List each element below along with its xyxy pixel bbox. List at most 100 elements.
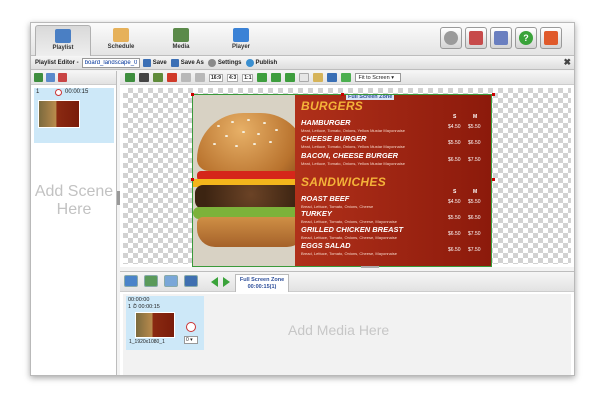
save-button[interactable]: Save [142,58,167,67]
text-icon[interactable] [139,73,149,82]
zone-tab[interactable]: Full Screen Zone 00:00:15(1) [235,274,289,292]
col-s-header: S [453,114,457,120]
add-text-icon[interactable] [164,275,178,287]
expand-icon[interactable] [285,73,296,82]
bun-top [197,113,295,171]
stack-icon[interactable] [341,73,352,82]
clock-icon [55,89,62,96]
delete-icon[interactable] [167,73,177,82]
logout-button[interactable] [540,27,562,49]
playlist-icon [55,29,71,43]
resize-handle[interactable] [191,93,194,96]
scenes-toolbar [31,71,116,85]
media-item[interactable]: 00:00:00 1 ⏱ 00:00:15 1_1920x1080_1 0 ▾ [126,296,204,350]
arrow-right-icon[interactable] [223,277,230,287]
save-icon [142,58,151,67]
scene-item[interactable]: 1 00:00:15 [34,88,114,143]
screens-button[interactable] [490,27,512,49]
tab-player[interactable]: Player [213,25,269,56]
resize-handle[interactable] [341,93,344,96]
fit-height-icon[interactable] [271,73,282,82]
copy-scene-icon[interactable] [46,73,55,82]
media-timeline-area: Full Screen Zone 00:00:15(1) 00:00:00 1 … [120,271,574,375]
add-web-icon[interactable] [144,275,158,287]
media-duration: 00:00:15 [138,304,160,310]
full-screen-zone[interactable]: BURGERS S M HAMBURGER Meat, Lettuce, Tom… [192,94,492,267]
help-button[interactable]: ? [515,27,537,49]
menu-item-desc: Bread, Lettuce, Tomato, Onions, Cheese, … [301,235,397,240]
monitor-icon [233,28,249,42]
scene-duration: 00:00:15 [65,89,89,95]
add-scene-placeholder: Add Scene Here [34,183,114,218]
price-m: $5.50 [468,199,481,205]
price-s: $5.50 [448,140,461,146]
price-m: $6.50 [468,215,481,221]
publish-button[interactable]: Publish [245,58,277,67]
save-as-button[interactable]: Save As [170,58,204,67]
price-m: $6.50 [468,140,481,146]
resize-handle[interactable] [492,93,495,96]
resize-handle[interactable] [191,178,194,181]
horizontal-splitter[interactable] [361,266,379,268]
add-media-icon[interactable] [124,275,138,287]
menu-item-desc: Bread, Lettuce, Tomato, Onions, Cheese, … [301,251,397,256]
ratio-4-3-button[interactable]: 4:3 [227,73,239,82]
settings-label: Settings [217,59,242,66]
gear-icon [207,58,216,67]
redo-icon[interactable] [195,73,205,82]
fit-width-icon[interactable] [257,73,268,82]
app-window: Playlist Schedule Media Player ? Playlis… [30,22,575,376]
zone-tab-label: Full Screen Zone [239,277,285,283]
sandwiches-heading: SANDWICHES [301,175,387,189]
media-select[interactable]: 0 ▾ [184,336,198,344]
canvas-toolbar: 16:9 4:3 1:1 Fit to Screen ▾ [120,71,574,85]
save-label: Save [152,59,167,66]
menu-item-desc: Meat, Lettuce, Tomato, Onions, Yellow Mu… [301,161,405,166]
logout-icon [544,31,558,45]
ratio-16-9-button[interactable]: 16:9 [209,73,224,82]
fit-to-screen-select[interactable]: Fit to Screen ▾ [355,73,402,82]
undo-icon[interactable] [181,73,191,82]
media-filename: 1_1920x1080_1 [129,339,165,345]
col-m-header: M [473,189,478,195]
remove-icon[interactable] [186,322,196,332]
settings-link[interactable]: Settings [207,58,242,67]
timeline-toolbar: Full Screen Zone 00:00:15(1) [120,272,574,292]
add-widget-icon[interactable] [184,275,198,287]
patty-layer [195,185,295,209]
close-icon[interactable]: ✖ [563,57,571,68]
resize-handle[interactable] [492,178,495,181]
timeline: 00:00:00 1 ⏱ 00:00:15 1_1920x1080_1 0 ▾ … [123,294,571,375]
tab-playlist[interactable]: Playlist [35,25,91,56]
save-as-label: Save As [180,59,204,66]
menu-board: BURGERS S M HAMBURGER Meat, Lettuce, Tom… [295,95,491,266]
menu-item-name: CHEESE BURGER [301,134,367,143]
zone-label: Full Screen Zone [346,94,395,100]
playlist-name-input[interactable] [81,57,140,68]
layers-button[interactable] [465,27,487,49]
tab-playlist-label: Playlist [52,45,74,51]
tab-schedule-label: Schedule [107,44,135,50]
canvas-area: 16:9 4:3 1:1 Fit to Screen ▾ BURGERS S M… [120,71,574,267]
settings-button[interactable] [440,27,462,49]
menu-item-name: EGGS SALAD [301,241,351,250]
tab-media[interactable]: Media [153,25,209,56]
folder-icon[interactable] [313,73,324,82]
tab-schedule[interactable]: Schedule [93,25,149,56]
add-scene-icon[interactable] [34,73,43,82]
price-m: $7.50 [468,231,481,237]
delete-scene-icon[interactable] [58,73,67,82]
price-s: $4.50 [448,199,461,205]
playlist-editor-bar: Playlist Editor - Save Save As Settings … [31,56,574,70]
zone-tab-duration: 00:00:15(1) [247,284,277,290]
arrow-left-icon[interactable] [211,277,218,287]
price-m: $7.50 [468,247,481,253]
text-size-icon[interactable] [153,73,163,82]
add-zone-icon[interactable] [125,73,135,82]
ratio-1-1-button[interactable]: 1:1 [242,73,254,82]
menu-item-desc: Bread, Lettuce, Tomato, Onions, Cheese, … [301,219,397,224]
image-icon[interactable] [327,73,338,82]
media-index: 1 ⏱ 00:00:15 [128,304,160,310]
col-m-header: M [473,114,478,120]
blank-icon[interactable] [299,73,310,82]
